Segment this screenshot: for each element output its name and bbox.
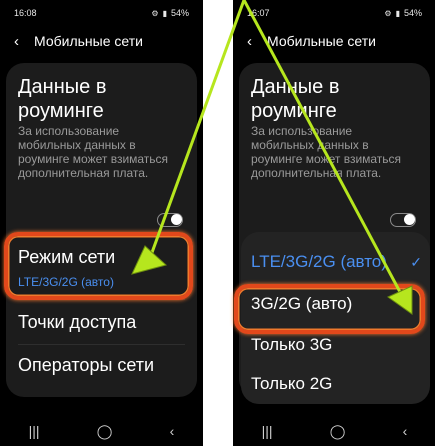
- roaming-title[interactable]: Данные в роуминге: [251, 75, 401, 123]
- recent-apps-icon[interactable]: |||: [262, 423, 273, 439]
- home-icon[interactable]: ◯: [330, 423, 346, 440]
- toggle-knob: [171, 214, 182, 225]
- highlight-3g-2g-option: [234, 284, 425, 334]
- home-icon[interactable]: ◯: [97, 423, 113, 440]
- status-time: 16:08: [14, 8, 37, 18]
- roaming-title[interactable]: Данные в роуминге: [18, 75, 168, 123]
- status-bar: 16:07 ⚙ ▮ 54%: [233, 0, 435, 26]
- roaming-toggle[interactable]: [157, 213, 183, 227]
- navigation-bar: ||| ◯ ‹: [0, 416, 203, 446]
- battery-percent: 54%: [170, 8, 189, 18]
- roaming-description: За использование мобильных данных в роум…: [251, 124, 402, 180]
- roaming-toggle[interactable]: [390, 213, 416, 227]
- access-points-item[interactable]: Точки доступа: [18, 312, 136, 333]
- divider: [18, 344, 185, 345]
- settings-status-icon: ⚙: [384, 8, 392, 18]
- navigation-bar: ||| ◯ ‹: [233, 416, 435, 446]
- toggle-knob: [404, 214, 415, 225]
- roaming-description: За использование мобильных данных в роум…: [18, 124, 169, 180]
- page-title: Мобильные сети: [34, 33, 143, 49]
- network-operators-item[interactable]: Операторы сети: [18, 355, 154, 376]
- back-nav-icon[interactable]: ‹: [170, 423, 175, 439]
- phone-screen-left: 16:08 ⚙ ▮ 54% ‹ Мобильные сети Данные в …: [0, 0, 203, 446]
- signal-icon: ▮: [395, 8, 400, 18]
- app-header: ‹ Мобильные сети: [0, 26, 203, 56]
- option-3g-only[interactable]: Только 3G: [251, 335, 332, 355]
- page-title: Мобильные сети: [267, 33, 376, 49]
- status-time: 16:07: [247, 8, 270, 18]
- highlight-network-mode: [4, 232, 193, 300]
- recent-apps-icon[interactable]: |||: [29, 423, 40, 439]
- settings-status-icon: ⚙: [151, 8, 159, 18]
- back-nav-icon[interactable]: ‹: [403, 423, 408, 439]
- check-icon: ✓: [410, 254, 422, 270]
- back-icon[interactable]: ‹: [247, 33, 267, 50]
- signal-icon: ▮: [162, 8, 167, 18]
- back-icon[interactable]: ‹: [14, 33, 34, 50]
- battery-percent: 54%: [403, 8, 422, 18]
- option-lte-3g-2g[interactable]: LTE/3G/2G (авто): [251, 252, 387, 272]
- phone-screen-right: 16:07 ⚙ ▮ 54% ‹ Мобильные сети Данные в …: [233, 0, 435, 446]
- status-bar: 16:08 ⚙ ▮ 54%: [0, 0, 203, 26]
- option-2g-only[interactable]: Только 2G: [251, 374, 332, 394]
- app-header: ‹ Мобильные сети: [233, 26, 435, 56]
- settings-card: Данные в роуминге За использование мобил…: [6, 63, 197, 397]
